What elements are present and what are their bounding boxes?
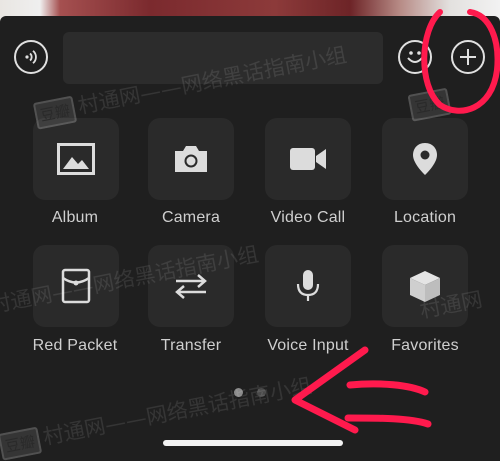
microphone-icon: [296, 270, 320, 301]
home-indicator[interactable]: [163, 440, 343, 446]
voice-input-label: Voice Input: [267, 337, 349, 354]
favorites-button[interactable]: [382, 245, 468, 327]
transfer-arrows-icon: [175, 274, 207, 299]
album-button[interactable]: [33, 118, 119, 200]
page-dot-1[interactable]: [234, 388, 243, 397]
red-packet-label: Red Packet: [32, 337, 118, 354]
location-button[interactable]: [382, 118, 468, 200]
location-label: Location: [393, 209, 457, 226]
transfer-label: Transfer: [160, 337, 222, 354]
transfer-button[interactable]: [148, 245, 234, 327]
video-camera-icon: [290, 148, 326, 170]
favorites-label: Favorites: [391, 337, 459, 354]
image-icon: [57, 143, 95, 175]
red-packet-button[interactable]: [33, 245, 119, 327]
page-dot-2[interactable]: [257, 388, 266, 397]
function-panel: Album Camera Video Call Location Red Pac…: [0, 0, 500, 459]
album-label: Album: [51, 209, 99, 226]
video-call-label: Video Call: [270, 209, 346, 226]
video-call-button[interactable]: [265, 118, 351, 200]
voice-input-button[interactable]: [265, 245, 351, 327]
red-packet-icon: [61, 268, 91, 304]
camera-icon: [175, 146, 207, 172]
location-pin-icon: [413, 143, 437, 175]
camera-button[interactable]: [148, 118, 234, 200]
camera-label: Camera: [161, 209, 221, 226]
cube-icon: [410, 271, 440, 302]
